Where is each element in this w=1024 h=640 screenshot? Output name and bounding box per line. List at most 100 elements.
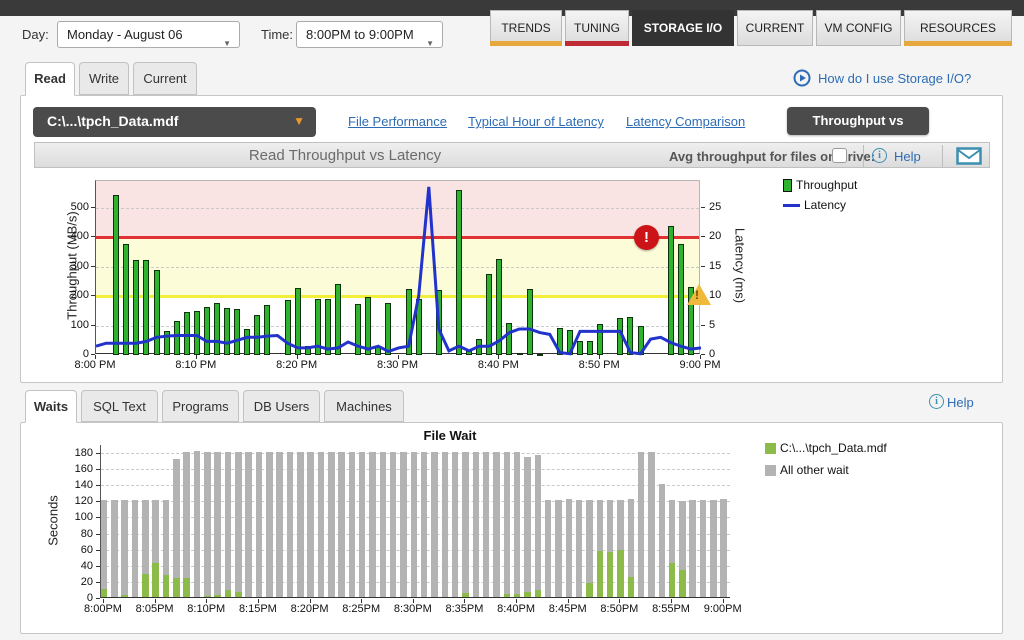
- file-wait-bar: [586, 583, 593, 597]
- tick: [96, 469, 100, 470]
- divider: [942, 145, 943, 167]
- other-wait-bar: [504, 452, 511, 594]
- tab-write[interactable]: Write: [79, 62, 129, 95]
- tick: [516, 599, 517, 603]
- other-wait-bar: [204, 452, 211, 596]
- storage-io-help-link[interactable]: How do I use Storage I/O?: [818, 71, 971, 86]
- time-select[interactable]: 8:00PM to 9:00PM ▼: [296, 21, 443, 48]
- tab-programs[interactable]: Programs: [162, 390, 239, 422]
- link-latency-comparison[interactable]: Latency Comparison: [626, 114, 745, 129]
- day-select[interactable]: Monday - August 06 ▼: [57, 21, 240, 48]
- legend-item: All other wait: [765, 463, 887, 477]
- warning-alert-icon: !: [687, 284, 711, 305]
- chart-help-link[interactable]: Help: [894, 149, 921, 164]
- file-wait-bar: [524, 592, 531, 597]
- x-tick-label: 8:50 PM: [569, 359, 629, 371]
- tick: [701, 236, 705, 237]
- tick: [96, 550, 100, 551]
- tick: [96, 582, 100, 583]
- x-tick-label: 8:35PM: [436, 603, 492, 615]
- other-wait-bar: [235, 452, 242, 592]
- other-wait-bar: [431, 452, 438, 597]
- throughput-latency-chart: Throughput (MB/s) ! ! Latency (ms) Throu…: [35, 170, 990, 382]
- avg-throughput-checkbox[interactable]: [832, 148, 847, 163]
- tab-read[interactable]: Read: [25, 62, 75, 96]
- other-wait-bar: [276, 452, 283, 597]
- play-icon[interactable]: [793, 69, 811, 87]
- y-tick-left: 200: [61, 289, 89, 301]
- other-wait-bar: [555, 500, 562, 597]
- tick: [258, 599, 259, 603]
- file-wait-bar: [617, 550, 624, 597]
- y-tick-right: 15: [709, 260, 733, 272]
- other-wait-bar: [628, 499, 635, 577]
- day-select-value: Monday - August 06: [67, 27, 183, 42]
- other-wait-bar: [535, 455, 542, 589]
- file-wait-bar: [225, 590, 232, 597]
- other-wait-bar: [173, 459, 180, 579]
- tab-waits[interactable]: Waits: [25, 390, 77, 423]
- legend-item: Latency: [783, 198, 857, 212]
- other-wait-bar: [576, 500, 583, 597]
- other-wait-bar: [493, 452, 500, 597]
- other-wait-bar: [597, 500, 604, 551]
- other-wait-bar: [411, 452, 418, 597]
- app-window: { "topbar": { "day_label": "Day:", "day_…: [0, 0, 1024, 640]
- tick: [701, 207, 705, 208]
- tick: [206, 599, 207, 603]
- tab-machines[interactable]: Machines: [324, 390, 404, 422]
- other-wait-bar: [194, 451, 201, 597]
- tab-current-sub[interactable]: Current: [133, 62, 197, 95]
- tick: [155, 599, 156, 603]
- other-wait-bar: [679, 501, 686, 570]
- y-tick-left: 300: [61, 260, 89, 272]
- tab-db-users[interactable]: DB Users: [243, 390, 320, 422]
- other-wait-bar: [483, 452, 490, 597]
- y-tick-right: 25: [709, 201, 733, 213]
- chart-title: Read Throughput vs Latency: [35, 143, 655, 169]
- file-wait-bar: [173, 578, 180, 597]
- tab-current[interactable]: CURRENT: [737, 10, 813, 46]
- y-tick: 120: [65, 495, 93, 507]
- x-tick-label: 8:00 PM: [65, 359, 125, 371]
- file-wait-bar: [101, 589, 108, 597]
- tick: [96, 453, 100, 454]
- file-select-value: C:\...\tpch_Data.mdf: [47, 113, 178, 129]
- other-wait-bar: [442, 452, 449, 597]
- tick: [701, 354, 705, 355]
- link-file-performance[interactable]: File Performance: [348, 114, 447, 129]
- other-wait-bar: [617, 500, 624, 550]
- tab-accent: [565, 41, 629, 46]
- y-tick-left: 400: [61, 230, 89, 242]
- tab-trends[interactable]: TRENDS: [490, 10, 562, 46]
- link-typical-hour-latency[interactable]: Typical Hour of Latency: [468, 114, 604, 129]
- chart1-legend: Throughput Latency: [783, 178, 857, 220]
- other-wait-bar: [328, 452, 335, 597]
- other-wait-bar: [245, 452, 252, 597]
- tab-tuning[interactable]: TUNING: [565, 10, 629, 46]
- x-tick-label: 8:20PM: [282, 603, 338, 615]
- y-tick-left: 100: [61, 319, 89, 331]
- throughput-vs-latency-button[interactable]: Throughput vs Latency: [787, 107, 929, 135]
- other-wait-bar: [142, 500, 149, 575]
- tab-vm-config[interactable]: VM CONFIG: [816, 10, 901, 46]
- tick: [297, 355, 298, 359]
- tick: [103, 599, 104, 603]
- waits-help-link[interactable]: Help: [947, 395, 974, 410]
- other-wait-bar: [545, 500, 552, 597]
- tab-storage-io[interactable]: STORAGE I/O: [632, 10, 734, 46]
- other-wait-bar: [524, 457, 531, 592]
- y-tick: 60: [65, 544, 93, 556]
- tab-resources[interactable]: RESOURCES: [904, 10, 1012, 46]
- tab-accent: [632, 41, 734, 46]
- y-axis-label: Seconds: [46, 471, 61, 571]
- other-wait-bar: [390, 452, 397, 597]
- other-wait-bar: [163, 500, 170, 575]
- tick: [413, 599, 414, 603]
- x-tick-label: 8:30PM: [385, 603, 441, 615]
- file-select[interactable]: C:\...\tpch_Data.mdf ▼: [33, 107, 316, 137]
- other-wait-swatch: [765, 465, 776, 476]
- tick: [91, 236, 95, 237]
- tab-sql-text[interactable]: SQL Text: [81, 390, 158, 422]
- x-tick-label: 8:45PM: [540, 603, 596, 615]
